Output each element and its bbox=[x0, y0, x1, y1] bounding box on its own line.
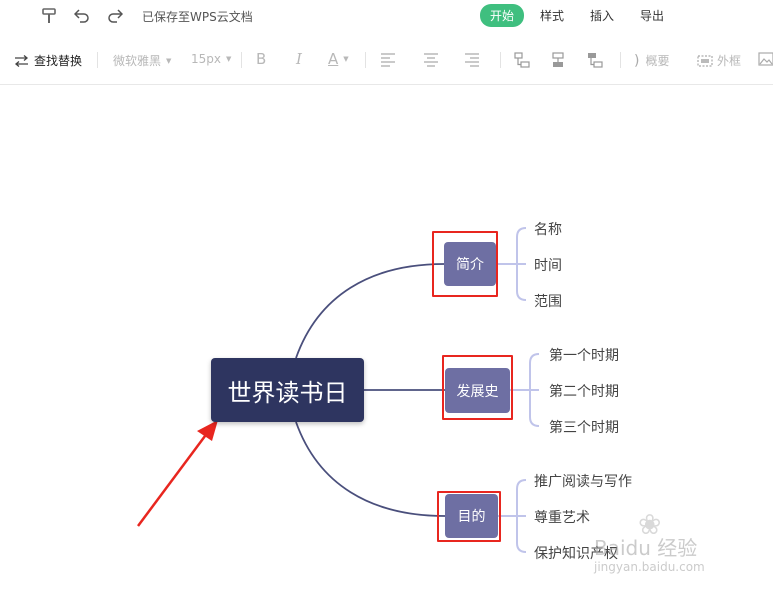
bracket-purpose bbox=[498, 479, 527, 553]
leaf-time[interactable]: 时间 bbox=[534, 255, 562, 275]
leaf-respect-art[interactable]: 尊重艺术 bbox=[534, 507, 590, 527]
leaf-scope[interactable]: 范围 bbox=[534, 291, 562, 311]
highlight-box-purpose bbox=[437, 491, 501, 542]
annotation-arrow bbox=[136, 431, 210, 527]
annotation-arrowhead bbox=[197, 420, 218, 441]
highlight-box-history bbox=[442, 355, 513, 420]
leaf-period-1[interactable]: 第一个时期 bbox=[549, 345, 619, 365]
mindmap-connectors bbox=[136, 227, 540, 553]
connector-root-intro bbox=[295, 263, 445, 359]
connector-root-purpose bbox=[295, 421, 446, 517]
bracket-history bbox=[510, 353, 540, 427]
leaf-period-3[interactable]: 第三个时期 bbox=[549, 417, 619, 437]
highlight-box-intro bbox=[432, 231, 498, 297]
leaf-name[interactable]: 名称 bbox=[534, 219, 562, 239]
leaf-promote-reading[interactable]: 推广阅读与写作 bbox=[534, 471, 632, 491]
leaf-protect-ip[interactable]: 保护知识产权 bbox=[534, 543, 618, 563]
bracket-intro bbox=[496, 227, 527, 301]
root-node[interactable]: 世界读书日 bbox=[211, 358, 364, 422]
leaf-period-2[interactable]: 第二个时期 bbox=[549, 381, 619, 401]
